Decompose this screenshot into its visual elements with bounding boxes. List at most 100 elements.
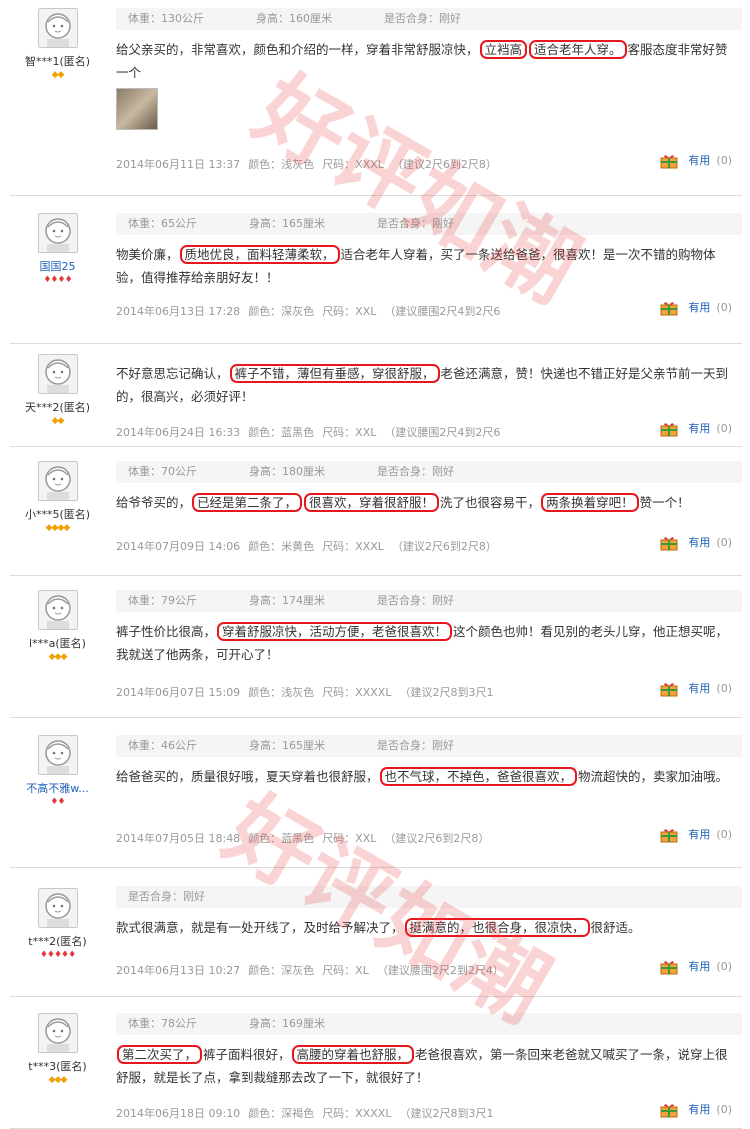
review-suggest: （建议2尺6到2尺8） — [391, 158, 497, 171]
review-text: 第二次买了， 裤子面料很好， 高腰的穿着也舒服， 老爸很喜欢，第一条回来老爸就又喊买了… — [116, 1043, 742, 1089]
review-text-segment: 裤子性价比很高， — [116, 624, 217, 639]
review-item: t***3(匿名) ◆◆◆ 体重：78公斤 身高：169厘米 第二次买了， 裤子面料很好，… — [10, 1005, 742, 1129]
reviewer-info: 天***2(匿名) ◆◆ — [10, 354, 105, 426]
useful-vote: 有用 (0) — [660, 420, 732, 437]
member-level-icon: ◆◆◆◆ — [45, 523, 71, 533]
reviewer-name[interactable]: 不高不雅w... — [10, 780, 105, 796]
reviewer-info: 不高不雅w... ♦♦ — [10, 735, 105, 807]
review-item: 国国25 ♦♦♦♦ 体重：65公斤 身高：165厘米 是否合身：刚好 物美价廉， 质地优良，… — [10, 205, 742, 344]
review-suggest: （建议腰围2尺4到2尺6 — [384, 426, 501, 439]
reviewer-stats: 体重：130公斤 身高：160厘米 是否合身：刚好 — [116, 8, 742, 30]
review-suggest: （建议2尺8到3尺1 — [399, 1107, 494, 1120]
gift-icon[interactable] — [660, 153, 678, 169]
review-date: 2014年07月09日 14:06 — [116, 540, 241, 553]
avatar[interactable] — [37, 354, 78, 394]
highlight-annotation: 已经是第二条了， — [192, 493, 303, 512]
reviewer-name[interactable]: 小***5(匿名) — [10, 506, 105, 522]
review-text: 裤子性价比很高， 穿着舒服凉快，活动方便，老爸很喜欢！ 这个颜色也帅！看见别的老头儿… — [116, 620, 742, 666]
stat-item: 身高：174厘米 — [249, 594, 325, 607]
review-photo-thumbnail[interactable] — [116, 88, 158, 130]
review-color: 颜色：浅灰色 — [248, 686, 315, 699]
gift-icon[interactable] — [660, 535, 678, 551]
review-color: 颜色：浅灰色 — [248, 158, 315, 171]
review-footer: 2014年06月11日 13:37 颜色：浅灰色 尺码：XXXL （建议2尺6到2尺8… — [116, 153, 742, 172]
review-list: 智***1(匿名) ◆◆ 体重：130公斤 身高：160厘米 是否合身：刚好 给父亲买的，… — [0, 0, 750, 1129]
member-level-icon: ♦♦ — [50, 797, 65, 807]
useful-button[interactable]: 有用 — [688, 682, 710, 695]
member-level-icon: ♦♦♦♦♦ — [39, 950, 76, 960]
review-color: 颜色：深褐色 — [248, 1107, 315, 1120]
review-body: 不好意思忘记确认， 裤子不错，薄但有垂感，穿很舒服， 老爸还满意，赞！快递也不错正好… — [116, 354, 742, 439]
member-level-icon: ◆◆◆ — [48, 652, 68, 662]
avatar[interactable] — [37, 888, 78, 928]
useful-button[interactable]: 有用 — [688, 536, 710, 549]
stat-item: 身高：165厘米 — [249, 217, 325, 230]
review-suggest: （建议2尺6到2尺8） — [384, 832, 490, 845]
review-date: 2014年06月11日 13:37 — [116, 158, 241, 171]
review-text-segment: 不好意思忘记确认， — [116, 366, 229, 381]
review-suggest: （建议2尺6到2尺8） — [391, 540, 497, 553]
useful-button[interactable]: 有用 — [688, 301, 710, 314]
reviewer-name[interactable]: t***3(匿名) — [10, 1058, 105, 1074]
reviewer-stats: 体重：70公斤 身高：180厘米 是否合身：刚好 — [116, 461, 742, 483]
highlight-annotation: 高腰的穿着也舒服， — [291, 1045, 415, 1064]
review-body: 体重：130公斤 身高：160厘米 是否合身：刚好给父亲买的，非常喜欢，颜色和介绍的… — [116, 8, 742, 171]
reviewer-stats: 体重：79公斤 身高：174厘米 是否合身：刚好 — [116, 590, 742, 612]
gift-icon[interactable] — [660, 827, 678, 843]
review-color: 颜色：深灰色 — [248, 305, 315, 318]
highlight-annotation: 裤子不错，薄但有垂感，穿很舒服， — [229, 364, 440, 383]
review-size: 尺码：XXXL — [322, 540, 384, 553]
useful-button[interactable]: 有用 — [688, 1103, 710, 1116]
review-text-segment: 洗了也很容易干， — [440, 495, 541, 510]
reviewer-info: 智***1(匿名) ◆◆ — [10, 8, 105, 80]
stat-item: 身高：180厘米 — [249, 465, 325, 478]
reviewer-name[interactable]: 智***1(匿名) — [10, 53, 105, 69]
review-footer: 2014年06月24日 16:33 颜色：蓝黑色 尺码：XXL （建议腰围2尺4到2尺… — [116, 422, 742, 440]
useful-button[interactable]: 有用 — [688, 960, 710, 973]
review-footer: 2014年06月07日 15:09 颜色：浅灰色 尺码：XXXXL （建议2尺8到3尺… — [116, 681, 742, 700]
avatar[interactable] — [37, 590, 78, 630]
review-date: 2014年06月13日 17:28 — [116, 305, 241, 318]
review-suggest: （建议腰围2尺2到2尺4） — [376, 964, 504, 977]
avatar[interactable] — [37, 213, 78, 253]
gift-icon[interactable] — [660, 681, 678, 697]
reviewer-stats: 是否合身：刚好 — [116, 886, 742, 908]
reviewer-name[interactable]: 国国25 — [10, 258, 105, 274]
review-date: 2014年06月18日 09:10 — [116, 1107, 241, 1120]
stat-item: 体重：65公斤 — [128, 217, 197, 230]
gift-icon[interactable] — [660, 1102, 678, 1118]
reviewer-name[interactable]: t***2(匿名) — [10, 933, 105, 949]
review-text-segment: 很舒适。 — [590, 920, 641, 935]
review-size: 尺码：XL — [322, 964, 369, 977]
review-text: 给父亲买的，非常喜欢，颜色和介绍的一样，穿着非常舒服凉快， 立裆高 适合老年人穿。客… — [116, 38, 742, 84]
avatar[interactable] — [37, 8, 78, 48]
gift-icon[interactable] — [660, 300, 678, 316]
review-item: 小***5(匿名) ◆◆◆◆ 体重：70公斤 身高：180厘米 是否合身：刚好 给爷爷买的… — [10, 453, 742, 576]
reviewer-info: l***a(匿名) ◆◆◆ — [10, 590, 105, 662]
review-size: 尺码：XXXXL — [322, 1107, 392, 1120]
reviewer-info: 国国25 ♦♦♦♦ — [10, 213, 105, 285]
useful-vote: 有用 (0) — [660, 826, 732, 843]
useful-button[interactable]: 有用 — [688, 828, 710, 841]
useful-count: (0) — [716, 960, 732, 973]
useful-count: (0) — [716, 1103, 732, 1116]
review-item: 天***2(匿名) ◆◆ 不好意思忘记确认， 裤子不错，薄但有垂感，穿很舒服， 老爸还满… — [10, 346, 742, 447]
reviewer-name[interactable]: 天***2(匿名) — [10, 399, 105, 415]
useful-button[interactable]: 有用 — [688, 154, 710, 167]
avatar[interactable] — [37, 461, 78, 501]
useful-count: (0) — [716, 154, 732, 167]
review-footer: 2014年07月05日 18:48 颜色：蓝黑色 尺码：XXL （建议2尺6到2尺8）… — [116, 828, 742, 846]
avatar[interactable] — [37, 1013, 78, 1053]
review-text-segment: 物流超快的，卖家加油哦。 — [578, 769, 729, 784]
reviewer-name[interactable]: l***a(匿名) — [10, 635, 105, 651]
avatar[interactable] — [37, 735, 78, 775]
highlight-annotation: 质地优良，面料轻薄柔软， — [179, 245, 340, 264]
member-level-icon: ◆◆ — [51, 70, 65, 80]
review-color: 颜色：米黄色 — [248, 540, 315, 553]
stat-item: 体重：70公斤 — [128, 465, 197, 478]
gift-icon[interactable] — [660, 959, 678, 975]
useful-button[interactable]: 有用 — [688, 422, 710, 435]
gift-icon[interactable] — [660, 421, 678, 437]
review-size: 尺码：XXXL — [322, 158, 384, 171]
review-item: t***2(匿名) ♦♦♦♦♦ 是否合身：刚好 款式很满意，就是有一处开线了，及时给予… — [10, 878, 742, 997]
